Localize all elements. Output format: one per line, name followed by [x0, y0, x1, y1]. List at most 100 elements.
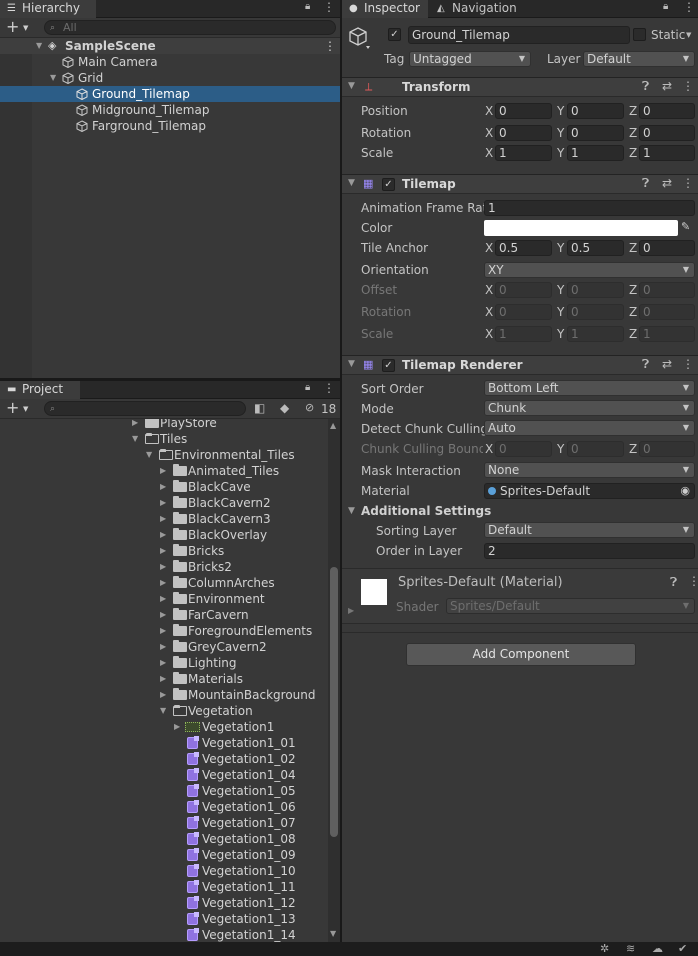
- position-y-field[interactable]: 0: [567, 103, 624, 119]
- collapse-arrow-icon[interactable]: ▶: [160, 527, 166, 543]
- scene-row[interactable]: ▼ ◈ SampleScene ⋮: [0, 38, 340, 54]
- expand-arrow-icon[interactable]: ▼: [36, 38, 42, 54]
- orientation-dropdown[interactable]: XY ▼: [484, 262, 695, 278]
- collapse-arrow-icon[interactable]: ▶: [160, 543, 166, 559]
- fold-arrow-icon[interactable]: ▼: [348, 506, 355, 516]
- component-menu-icon[interactable]: ⋮: [688, 574, 698, 588]
- hierarchy-item-farground-tilemap[interactable]: Farground_Tilemap: [0, 118, 340, 134]
- axis-y-label[interactable]: Y: [557, 240, 564, 256]
- scale-z-field[interactable]: 1: [639, 145, 695, 161]
- detect-culling-dropdown[interactable]: Auto ▼: [484, 420, 695, 436]
- filter-by-type-icon[interactable]: ◧: [254, 401, 265, 415]
- project-sprite-row[interactable]: Vegetation1_13: [0, 911, 328, 927]
- panel-splitter[interactable]: [0, 378, 340, 381]
- hierarchy-item-grid[interactable]: ▼ Grid: [0, 70, 340, 86]
- project-folder-row[interactable]: ▶ BlackCavern3: [0, 511, 328, 527]
- fold-arrow-icon[interactable]: ▼: [348, 81, 355, 91]
- collapse-arrow-icon[interactable]: ▶: [160, 671, 166, 687]
- project-sprite-row[interactable]: Vegetation1_02: [0, 751, 328, 767]
- color-swatch[interactable]: [484, 220, 678, 236]
- additional-settings-label[interactable]: Additional Settings: [361, 503, 491, 519]
- filter-by-label-icon[interactable]: ◆: [280, 401, 289, 415]
- project-sprite-row[interactable]: Vegetation1_09: [0, 847, 328, 863]
- rotation-z-field[interactable]: 0: [639, 125, 695, 141]
- collapse-arrow-icon[interactable]: ▶: [174, 719, 180, 735]
- axis-z-label[interactable]: Z: [629, 145, 637, 161]
- axis-x-label[interactable]: X: [485, 240, 493, 256]
- create-dropdown-arrow-icon[interactable]: ▼: [23, 405, 28, 413]
- hidden-packages-icon[interactable]: ⊘: [305, 401, 314, 414]
- collapse-arrow-icon[interactable]: ▶: [132, 419, 138, 431]
- check-circle-icon[interactable]: ✔: [678, 942, 687, 955]
- collapse-arrow-icon[interactable]: ▶: [160, 495, 166, 511]
- project-folder-row[interactable]: ▶ MountainBackground: [0, 687, 328, 703]
- presets-icon[interactable]: ⇄: [662, 176, 672, 190]
- project-item-environmental-tiles[interactable]: ▼ Environmental_Tiles: [0, 447, 328, 463]
- layer-dropdown[interactable]: Default ▼: [583, 51, 695, 67]
- anchor-y-field[interactable]: 0.5: [567, 240, 624, 256]
- axis-z-label[interactable]: Z: [629, 125, 637, 141]
- project-folder-row[interactable]: ▶ Animated_Tiles: [0, 463, 328, 479]
- project-sprite-row[interactable]: Vegetation1_08: [0, 831, 328, 847]
- cloud-icon[interactable]: ☁: [652, 942, 663, 955]
- material-object-field[interactable]: Sprites-Default ◉: [484, 483, 695, 499]
- lock-icon[interactable]: 🔒︎: [663, 1, 668, 12]
- collapse-arrow-icon[interactable]: ▶: [160, 607, 166, 623]
- axis-y-label[interactable]: Y: [557, 145, 564, 161]
- axis-x-label[interactable]: X: [485, 103, 493, 119]
- rotation-y-field[interactable]: 0: [567, 125, 624, 141]
- project-sprite-row[interactable]: Vegetation1_05: [0, 783, 328, 799]
- axis-x-label[interactable]: X: [485, 145, 493, 161]
- collapse-arrow-icon[interactable]: ▶: [160, 463, 166, 479]
- collapse-arrow-icon[interactable]: ▶: [160, 639, 166, 655]
- anim-frame-rate-field[interactable]: 1: [484, 200, 695, 216]
- create-plus-button[interactable]: +: [6, 398, 19, 417]
- scene-more-icon[interactable]: ⋮: [324, 38, 336, 54]
- hierarchy-tab[interactable]: ☰ Hierarchy: [0, 0, 96, 18]
- project-folder-row[interactable]: ▶ Bricks2: [0, 559, 328, 575]
- expand-arrow-icon[interactable]: ▶: [348, 606, 354, 615]
- axis-z-label[interactable]: Z: [629, 240, 637, 256]
- project-item-playstore[interactable]: ▶ PlayStore: [0, 419, 328, 431]
- hierarchy-item-main-camera[interactable]: Main Camera: [0, 54, 340, 70]
- project-tab[interactable]: ▬ Project: [0, 381, 80, 399]
- renderer-enabled-checkbox[interactable]: ✓: [382, 359, 395, 372]
- axis-y-label[interactable]: Y: [557, 103, 564, 119]
- sort-order-dropdown[interactable]: Bottom Left ▼: [484, 380, 695, 396]
- mask-interaction-dropdown[interactable]: None ▼: [484, 462, 695, 478]
- component-menu-icon[interactable]: ⋮: [682, 79, 694, 93]
- create-plus-button[interactable]: +: [6, 17, 19, 36]
- eyedropper-icon[interactable]: ✎: [681, 220, 690, 233]
- expand-arrow-icon[interactable]: ▼: [160, 703, 166, 719]
- tilemap-enabled-checkbox[interactable]: ✓: [382, 178, 395, 191]
- transform-header[interactable]: ▼ ⟂ Transform ❓︎ ⇄ ⋮: [342, 77, 698, 97]
- expand-arrow-icon[interactable]: ▼: [146, 447, 152, 463]
- more-menu-icon[interactable]: ⋮: [323, 0, 335, 14]
- expand-arrow-icon[interactable]: ▼: [132, 431, 138, 447]
- axis-y-label[interactable]: Y: [557, 125, 564, 141]
- component-menu-icon[interactable]: ⋮: [682, 357, 694, 371]
- collapse-arrow-icon[interactable]: ▶: [160, 575, 166, 591]
- collapse-arrow-icon[interactable]: ▶: [160, 479, 166, 495]
- hierarchy-item-midground-tilemap[interactable]: Midground_Tilemap: [0, 102, 340, 118]
- anchor-z-field[interactable]: 0: [639, 240, 695, 256]
- project-sprite-row[interactable]: Vegetation1_01: [0, 735, 328, 751]
- project-folder-row[interactable]: ▶ ForegroundElements: [0, 623, 328, 639]
- project-sprite-row[interactable]: Vegetation1_06: [0, 799, 328, 815]
- help-icon[interactable]: ❓︎: [642, 357, 649, 372]
- panel-splitter[interactable]: [340, 0, 342, 942]
- collapse-arrow-icon[interactable]: ▶: [160, 623, 166, 639]
- rotation-x-field[interactable]: 0: [495, 125, 552, 141]
- fold-arrow-icon[interactable]: ▼: [348, 359, 355, 369]
- project-sprite-row[interactable]: Vegetation1_14: [0, 927, 328, 942]
- hierarchy-item-ground-tilemap[interactable]: Ground_Tilemap: [0, 86, 340, 102]
- project-folder-row[interactable]: ▶ ColumnArches: [0, 575, 328, 591]
- scale-x-field[interactable]: 1: [495, 145, 552, 161]
- static-dropdown-arrow-icon[interactable]: ▼: [686, 31, 691, 39]
- layers-icon[interactable]: ≋: [626, 942, 635, 955]
- tag-dropdown[interactable]: Untagged ▼: [409, 51, 531, 67]
- project-folder-row[interactable]: ▶ FarCavern: [0, 607, 328, 623]
- project-sprite-row[interactable]: Vegetation1_10: [0, 863, 328, 879]
- project-folder-row[interactable]: ▶ Environment: [0, 591, 328, 607]
- project-item-vegetation[interactable]: ▼ Vegetation: [0, 703, 328, 719]
